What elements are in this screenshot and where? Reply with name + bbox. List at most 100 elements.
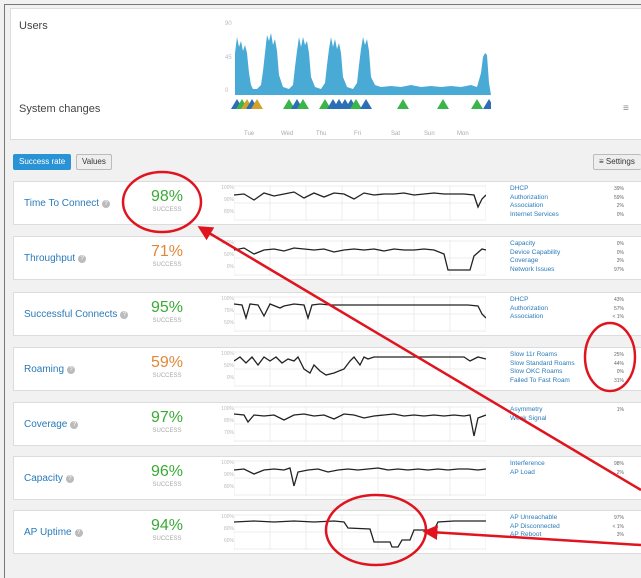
metric-name[interactable]: Roaming?	[24, 364, 76, 375]
metric-row[interactable]: AP Uptime? 94% success 100% 80% 60% AP Unreach…	[13, 510, 641, 554]
reason-link[interactable]: Network Issues	[510, 266, 554, 273]
metric-name-label: Capacity	[24, 473, 63, 484]
metric-name-label: Roaming	[24, 364, 65, 375]
metric-sparkline[interactable]	[234, 185, 486, 221]
success-caption: success	[152, 262, 182, 268]
reason-value: 0%	[616, 249, 624, 256]
reason-value: < 1%	[612, 314, 624, 320]
metric-name-label: Throughput	[24, 253, 76, 264]
reason-link[interactable]: Weak Signal	[510, 415, 546, 422]
metric-row[interactable]: Time To Connect? 98% success 100% 90% 80% DHCP…	[13, 181, 641, 225]
metric-name-label: Successful Connects	[24, 309, 118, 320]
metric-sparkline[interactable]	[234, 240, 486, 276]
reason-link[interactable]: Slow 11r Roams	[510, 351, 557, 358]
y-tick-label: 90%	[223, 472, 234, 478]
reason-link[interactable]: Authorization	[510, 194, 548, 201]
metric-sparkline[interactable]	[234, 460, 486, 496]
metric-name[interactable]: Throughput?	[24, 253, 87, 264]
reason-link[interactable]: AP Reboot	[510, 531, 541, 538]
reason-link[interactable]: Asymmetry	[510, 406, 543, 413]
y-tick-label: 100%	[221, 240, 234, 246]
reason-link[interactable]: AP Load	[510, 469, 535, 476]
y-tick-label: 80%	[223, 484, 234, 490]
reason-link[interactable]: Capacity	[510, 240, 535, 247]
metric-name[interactable]: Time To Connect?	[24, 198, 111, 209]
reason-link[interactable]: Slow OKC Roams	[510, 368, 562, 375]
help-icon[interactable]: ?	[78, 255, 87, 263]
reason-link[interactable]: AP Unreachable	[510, 514, 557, 521]
reason-link[interactable]: Coverage	[510, 257, 538, 264]
y-tick-label: 0%	[226, 375, 234, 381]
metric-name[interactable]: Coverage?	[24, 419, 79, 430]
reason-value: 31%	[613, 377, 624, 384]
y-tick-label: 50%	[223, 320, 234, 326]
reason-value: 97%	[613, 515, 624, 521]
day-fri: Fri	[354, 131, 361, 137]
metric-name[interactable]: Successful Connects?	[24, 309, 129, 320]
reason-link[interactable]: Interference	[510, 460, 545, 467]
sparkline-path	[234, 355, 486, 376]
metric-sparkline[interactable]	[234, 296, 486, 332]
help-icon[interactable]: ?	[120, 311, 129, 319]
reason-value: 39%	[613, 186, 624, 192]
y-tick-label: 80%	[223, 209, 234, 215]
success-percent: 71%	[150, 243, 184, 260]
metric-sparkline[interactable]	[234, 351, 486, 387]
filter-icon[interactable]: ≡	[623, 103, 629, 114]
metric-row[interactable]: Throughput? 71% success 100% 50% 0% Capacity 0%…	[13, 236, 641, 280]
help-icon[interactable]: ?	[70, 421, 79, 429]
help-icon[interactable]: ?	[74, 529, 83, 537]
y-tick-label: 50%	[223, 252, 234, 258]
sparkline-path	[234, 520, 486, 548]
metric-row[interactable]: Capacity? 96% success 100% 90% 80% Interferenc…	[13, 456, 641, 500]
reason-value: 3%	[616, 258, 624, 264]
y-tick-label: 85%	[223, 418, 234, 424]
y-tick-label: 75%	[223, 308, 234, 314]
help-icon[interactable]: ?	[65, 475, 74, 483]
metric-name[interactable]: AP Uptime?	[24, 527, 83, 538]
reason-link[interactable]: AP Disconnected	[510, 523, 560, 530]
metric-name-label: Coverage	[24, 419, 68, 430]
reason-value: 0%	[616, 369, 624, 375]
success-percent: 59%	[150, 354, 184, 371]
success-percent: 97%	[150, 409, 184, 426]
help-icon[interactable]: ?	[102, 200, 111, 208]
success-percent: 95%	[150, 299, 184, 316]
day-wed: Wed	[281, 131, 294, 137]
metric-name[interactable]: Capacity?	[24, 473, 74, 484]
reason-value: 2%	[616, 469, 624, 476]
values-button[interactable]: Values	[76, 154, 112, 170]
reason-link[interactable]: Device Capability	[510, 249, 560, 256]
users-area-chart	[235, 33, 491, 95]
metric-row[interactable]: Successful Connects? 95% success 100% 75% 50%…	[13, 292, 641, 336]
metric-sparkline[interactable]	[234, 406, 486, 442]
reason-value: 97%	[613, 266, 624, 273]
reason-link[interactable]: Authorization	[510, 305, 548, 312]
reason-value: 43%	[613, 297, 624, 303]
day-thu: Thu	[316, 131, 327, 137]
metric-row[interactable]: Roaming? 59% success 100% 50% 0% Slow 11r Roam…	[13, 347, 641, 391]
metric-name-label: Time To Connect	[24, 198, 100, 209]
reason-link[interactable]: Failed To Fast Roam	[510, 377, 570, 384]
reason-value: 2%	[616, 203, 624, 209]
reason-link[interactable]: DHCP	[510, 296, 528, 303]
reason-value: 57%	[613, 305, 624, 312]
help-icon[interactable]: ?	[67, 366, 76, 374]
y-tick-label: 100%	[221, 351, 234, 357]
reason-link[interactable]: Association	[510, 313, 543, 320]
success-caption: success	[152, 428, 182, 434]
reason-link[interactable]: Internet Services	[510, 211, 559, 218]
reason-link[interactable]: Slow Standard Roams	[510, 360, 575, 367]
settings-button[interactable]: ≡ Settings	[593, 154, 641, 170]
success-rate-button[interactable]: Success rate	[13, 154, 72, 170]
reason-value: 25%	[613, 352, 624, 358]
metric-row[interactable]: Coverage? 97% success 100% 85% 70% Asymmetry 1%…	[13, 402, 641, 446]
sparkline-path	[234, 247, 486, 271]
reason-link[interactable]: DHCP	[510, 185, 528, 192]
reason-link[interactable]: Association	[510, 202, 543, 209]
y-tick-label: 90%	[223, 197, 234, 203]
metric-sparkline[interactable]	[234, 514, 486, 550]
reason-value: < 1%	[612, 523, 624, 530]
day-tue: Tue	[244, 131, 255, 137]
y-tick-label: 50%	[223, 363, 234, 369]
